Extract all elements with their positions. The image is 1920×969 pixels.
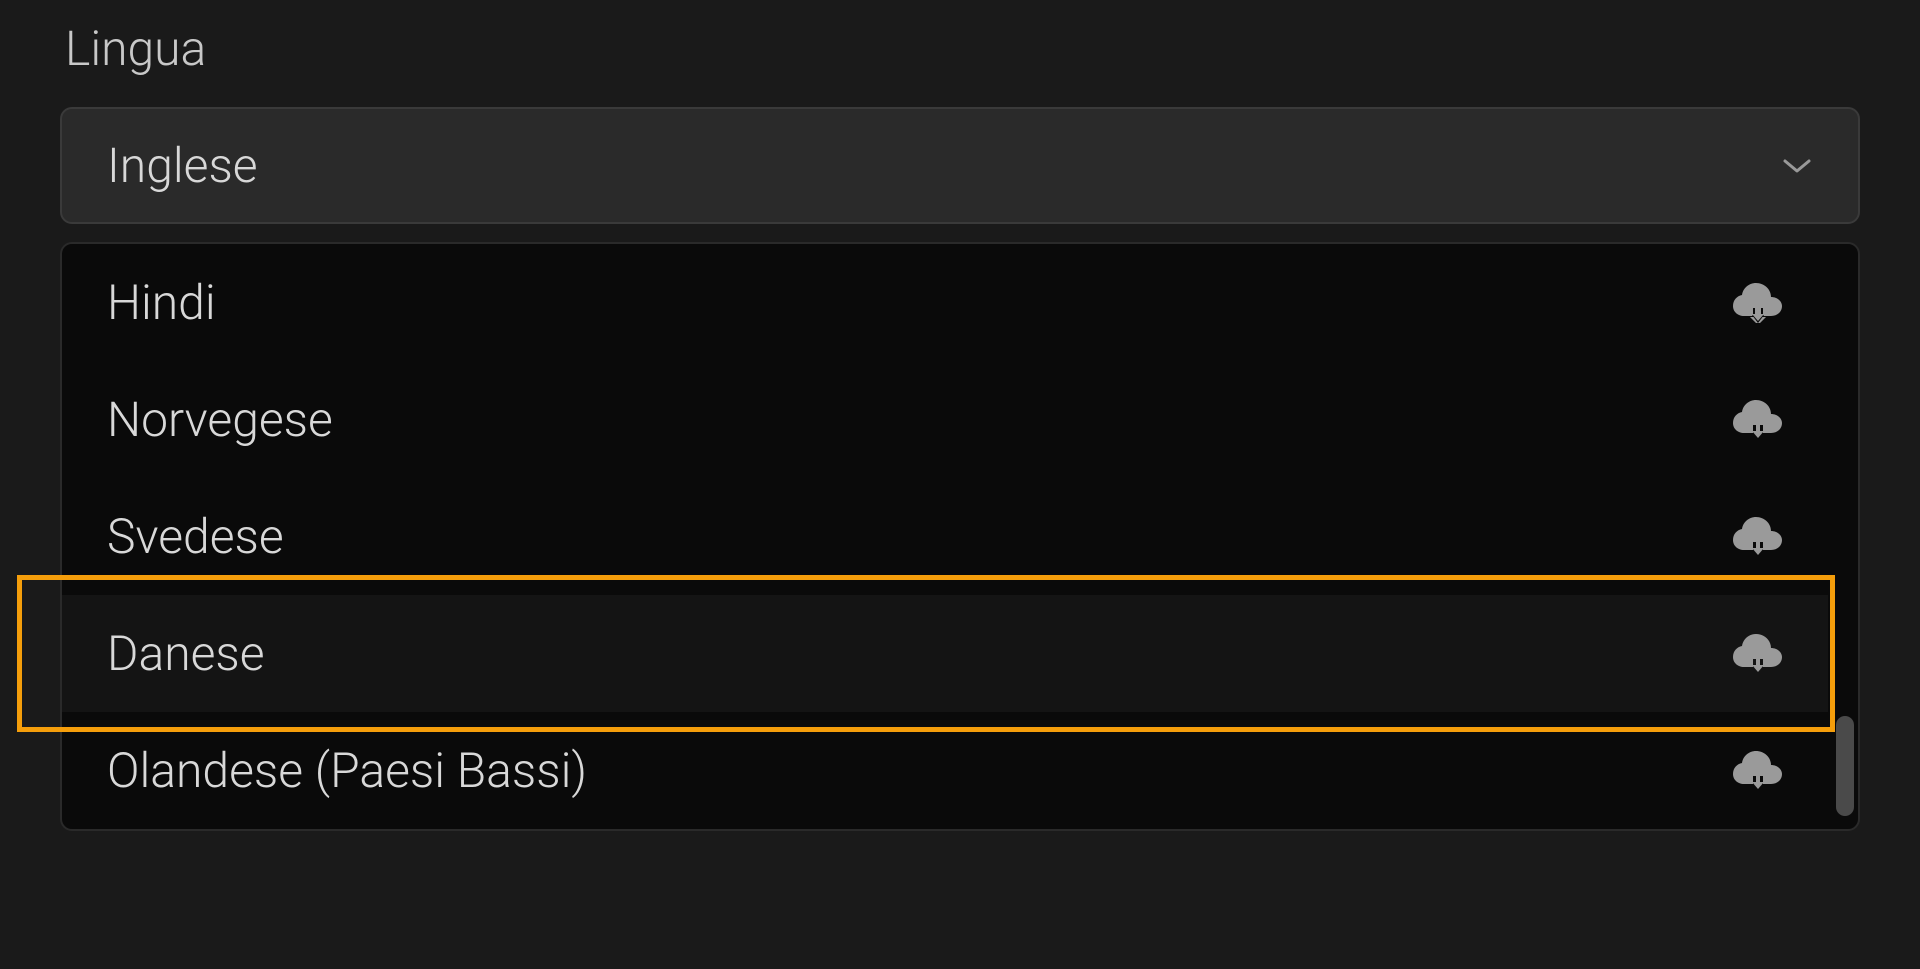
language-label: Lingua — [65, 20, 1860, 77]
cloud-download-icon — [1733, 400, 1783, 440]
list-item-label: Danese — [107, 625, 265, 682]
cloud-download-icon — [1733, 517, 1783, 557]
cloud-download-icon — [1733, 283, 1783, 323]
language-option-svedese[interactable]: Svedese — [62, 478, 1828, 595]
list-item-label: Hindi — [107, 274, 216, 331]
selected-language-text: Inglese — [107, 137, 258, 194]
scrollbar-thumb[interactable] — [1836, 716, 1854, 816]
language-dropdown-select[interactable]: Inglese — [60, 107, 1860, 224]
selection-highlight — [17, 575, 1835, 732]
list-item-label: Norvegese — [107, 391, 333, 448]
chevron-down-icon — [1781, 150, 1813, 182]
cloud-download-icon — [1733, 634, 1783, 674]
language-dropdown-list: Hindi Norvegese — [60, 242, 1860, 831]
list-item-label: Olandese (Paesi Bassi) — [107, 742, 587, 799]
scrollbar-track — [1836, 252, 1854, 821]
cloud-download-icon — [1733, 751, 1783, 791]
list-item-label: Svedese — [107, 508, 284, 565]
language-option-hindi[interactable]: Hindi — [62, 244, 1828, 361]
language-option-norvegese[interactable]: Norvegese — [62, 361, 1828, 478]
language-option-olandese[interactable]: Olandese (Paesi Bassi) — [62, 712, 1828, 829]
language-option-danese[interactable]: Danese — [62, 595, 1828, 712]
